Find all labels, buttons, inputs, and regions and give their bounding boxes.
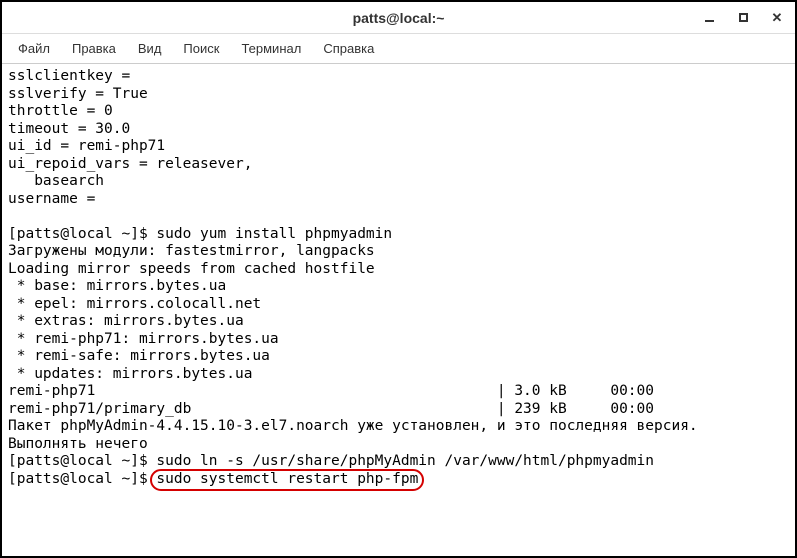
maximize-button[interactable]: [733, 8, 753, 28]
menu-search[interactable]: Поиск: [173, 38, 229, 59]
output-line: ui_id = remi-php71: [8, 138, 165, 154]
output-line: * remi-php71: mirrors.bytes.ua: [8, 331, 279, 347]
window-controls: ✕: [699, 8, 787, 28]
output-line: sslverify = True: [8, 86, 148, 102]
output-line: Пакет phpMyAdmin-4.4.15.10-3.el7.noarch …: [8, 418, 698, 434]
prompt: [patts@local ~]$: [8, 226, 156, 242]
menu-edit[interactable]: Правка: [62, 38, 126, 59]
output-line: Loading mirror speeds from cached hostfi…: [8, 261, 375, 277]
terminal-output[interactable]: sslclientkey = sslverify = True throttle…: [2, 64, 795, 494]
prompt: [patts@local ~]$: [8, 471, 156, 487]
menu-terminal[interactable]: Терминал: [231, 38, 311, 59]
menu-help[interactable]: Справка: [313, 38, 384, 59]
prompt: [patts@local ~]$: [8, 453, 156, 469]
window-title: patts@local:~: [353, 10, 445, 26]
output-line: * base: mirrors.bytes.ua: [8, 278, 226, 294]
output-line: * extras: mirrors.bytes.ua: [8, 313, 244, 329]
output-line: * remi-safe: mirrors.bytes.ua: [8, 348, 270, 364]
output-line: remi-php71 | 3.0 kB 00:00: [8, 383, 654, 399]
minimize-button[interactable]: [699, 8, 719, 28]
command: sudo ln -s /usr/share/phpMyAdmin /var/ww…: [156, 453, 654, 469]
output-line: * updates: mirrors.bytes.ua: [8, 366, 252, 382]
output-line: username =: [8, 191, 95, 207]
titlebar: patts@local:~ ✕: [2, 2, 795, 34]
close-button[interactable]: ✕: [767, 8, 787, 28]
menubar: Файл Правка Вид Поиск Терминал Справка: [2, 34, 795, 64]
menu-view[interactable]: Вид: [128, 38, 172, 59]
output-line: Загружены модули: fastestmirror, langpac…: [8, 243, 375, 259]
highlighted-command: sudo systemctl restart php-fpm: [156, 471, 418, 489]
output-line: * epel: mirrors.colocall.net: [8, 296, 261, 312]
output-line: remi-php71/primary_db | 239 kB 00:00: [8, 401, 654, 417]
output-line: basearch: [8, 173, 104, 189]
output-line: timeout = 30.0: [8, 121, 130, 137]
command: sudo systemctl restart php-fpm: [156, 471, 418, 487]
output-line: sslclientkey =: [8, 68, 130, 84]
menu-file[interactable]: Файл: [8, 38, 60, 59]
output-line: Выполнять нечего: [8, 436, 148, 452]
output-line: throttle = 0: [8, 103, 113, 119]
output-line: ui_repoid_vars = releasever,: [8, 156, 252, 172]
command: sudo yum install phpmyadmin: [156, 226, 392, 242]
